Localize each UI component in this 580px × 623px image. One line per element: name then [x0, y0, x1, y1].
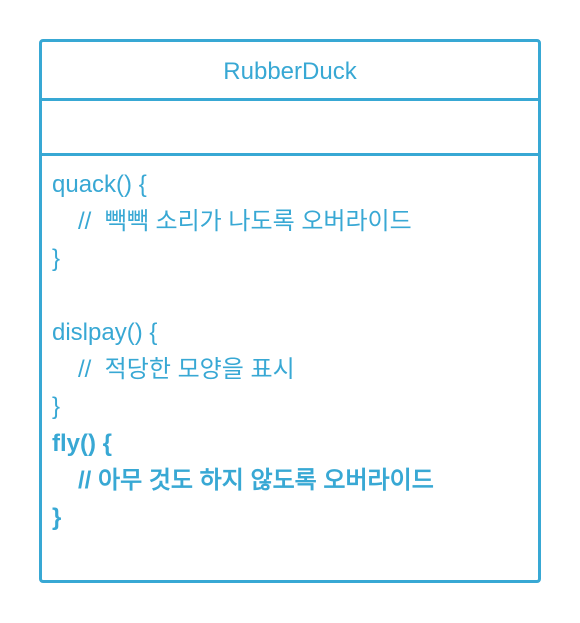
quack-signature: quack() { [52, 171, 147, 198]
fly-comment-wrap: // 아무 것도 하지 않도록 오버라이드 [52, 462, 452, 499]
display-comment: // 적당한 모양을 표시 [78, 356, 295, 383]
fly-close: } [52, 504, 62, 531]
quack-close: } [52, 245, 61, 272]
display-close: } [52, 393, 61, 420]
quack-comment: // 빽빽 소리가 나도록 오버라이드 [78, 208, 412, 235]
fly-signature: fly() { [52, 430, 112, 457]
attributes-section [42, 101, 538, 156]
uml-class-box: RubberDuck quack() { // 빽빽 소리가 나도록 오버라이드… [39, 39, 541, 583]
display-signature: dislpay() { [52, 319, 158, 346]
class-name: RubberDuck [42, 42, 538, 101]
fly-comment: // 아무 것도 하지 않도록 오버라이드 [78, 467, 434, 494]
methods-section: quack() { // 빽빽 소리가 나도록 오버라이드 } dislpay(… [42, 156, 538, 536]
